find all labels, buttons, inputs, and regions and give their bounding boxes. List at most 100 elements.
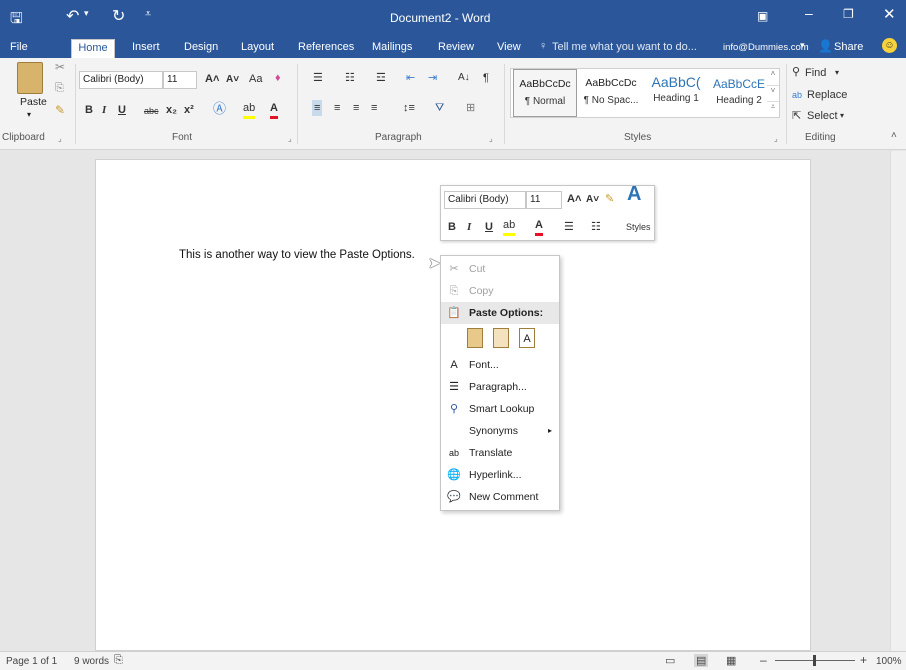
mini-underline-icon[interactable]: U xyxy=(485,219,493,235)
superscript-icon[interactable]: x² xyxy=(184,102,194,118)
menu-item-translate[interactable]: ab Translate xyxy=(441,442,559,464)
format-painter-icon[interactable]: ✎ xyxy=(55,103,65,117)
font-launcher-icon[interactable]: ⌟ xyxy=(288,134,292,143)
mini-styles-label[interactable]: Styles xyxy=(626,219,651,235)
copy-icon[interactable]: ⎘ xyxy=(55,82,64,95)
collapse-ribbon-icon[interactable]: ˄ xyxy=(891,130,897,141)
word-count[interactable]: 9 words xyxy=(74,656,109,667)
mini-highlight-icon[interactable]: ab xyxy=(503,217,516,236)
line-spacing-icon[interactable]: ↕≡ xyxy=(403,100,415,116)
web-layout-icon[interactable]: ▦ xyxy=(726,654,736,667)
justify-icon[interactable]: ≡ xyxy=(371,100,377,116)
mini-numbering-icon[interactable]: ☷ xyxy=(591,219,601,235)
clipboard-launcher-icon[interactable]: ⌟ xyxy=(58,134,62,143)
paste-icon[interactable] xyxy=(17,62,43,94)
styles-scroll-up-icon[interactable]: ˄ xyxy=(767,69,779,85)
styles-launcher-icon[interactable]: ⌟ xyxy=(774,134,778,143)
zoom-level[interactable]: 100% xyxy=(876,656,902,667)
tab-mailings[interactable]: Mailings xyxy=(368,39,416,58)
find-button[interactable]: Find xyxy=(805,65,826,81)
replace-button[interactable]: Replace xyxy=(807,87,847,103)
menu-item-cut[interactable]: ✂ Cut xyxy=(441,258,559,280)
align-center-icon[interactable]: ≡ xyxy=(334,100,340,116)
mini-size-combo[interactable]: 11 xyxy=(526,191,562,209)
mini-font-combo[interactable]: Calibri (Body) xyxy=(444,191,526,209)
tab-view[interactable]: View xyxy=(493,39,525,58)
find-icon[interactable]: ⚲ xyxy=(792,64,800,80)
change-case-button[interactable]: Aa xyxy=(249,71,262,87)
menu-item-copy[interactable]: ⎘ Copy xyxy=(441,280,559,302)
ribbon-display-options-icon[interactable]: ▣ xyxy=(757,9,768,23)
mini-format-painter-icon[interactable]: ✎ xyxy=(605,191,614,207)
tab-references[interactable]: References xyxy=(294,39,358,58)
smiley-feedback-icon[interactable]: ☺ xyxy=(882,38,897,53)
cut-icon[interactable]: ✂ xyxy=(55,60,65,74)
find-dropdown-icon[interactable]: ▾ xyxy=(835,65,839,81)
highlight-color-icon[interactable]: ab xyxy=(243,100,256,119)
mini-bold-icon[interactable]: B xyxy=(448,219,456,235)
tab-design[interactable]: Design xyxy=(180,39,222,58)
decrease-indent-icon[interactable]: ⇤ xyxy=(406,70,415,86)
select-icon[interactable]: ⇱ xyxy=(792,108,801,124)
styles-more-icon[interactable]: ⩡ xyxy=(767,101,779,117)
styles-scroll-down-icon[interactable]: ˅ xyxy=(767,85,779,101)
borders-icon[interactable]: ⊞ xyxy=(466,100,475,116)
undo-icon[interactable]: ↶ xyxy=(66,6,79,26)
font-size-combo[interactable]: 11 xyxy=(163,71,197,89)
page-count[interactable]: Page 1 of 1 xyxy=(6,656,57,667)
paste-button[interactable]: Paste xyxy=(20,96,47,108)
vertical-scrollbar[interactable] xyxy=(890,151,906,651)
mini-italic-icon[interactable]: I xyxy=(467,219,471,235)
shrink-font-icon[interactable]: A˅ xyxy=(226,72,239,88)
zoom-in-icon[interactable]: + xyxy=(860,653,867,667)
restore-icon[interactable]: ❐ xyxy=(843,7,854,21)
multilevel-list-icon[interactable]: ☲ xyxy=(376,70,386,86)
menu-item-smart-lookup[interactable]: ⚲ Smart Lookup xyxy=(441,398,559,420)
document-text[interactable]: This is another way to view the Paste Op… xyxy=(179,249,415,261)
select-button[interactable]: Select xyxy=(807,108,838,124)
proofing-icon[interactable]: ⎘ xyxy=(114,654,123,667)
account-name[interactable]: info@Dummies.com xyxy=(723,42,809,53)
replace-icon[interactable]: ab xyxy=(792,87,802,103)
mini-grow-font-icon[interactable]: A˄ xyxy=(567,191,581,207)
zoom-slider-thumb[interactable] xyxy=(813,655,816,666)
menu-item-new-comment[interactable]: 💬 New Comment xyxy=(441,486,559,508)
redo-icon[interactable]: ↻ xyxy=(112,6,125,26)
clear-formatting-icon[interactable]: ♦ xyxy=(275,70,281,86)
menu-item-synonyms[interactable]: Synonyms ▸ xyxy=(441,420,559,442)
select-dropdown-icon[interactable]: ▾ xyxy=(840,108,844,124)
minimize-icon[interactable]: – xyxy=(805,5,813,21)
menu-item-paragraph[interactable]: ☰ Paragraph... xyxy=(441,376,559,398)
text-effects-icon[interactable]: Ⓐ xyxy=(213,101,226,117)
customize-qat-icon[interactable]: ⩡ xyxy=(145,8,151,21)
paste-dropdown-icon[interactable]: ▾ xyxy=(27,110,31,119)
style-heading-2[interactable]: AaBbCcE Heading 2 xyxy=(707,69,771,117)
font-color-icon[interactable]: A xyxy=(270,100,278,119)
align-left-icon[interactable]: ≡ xyxy=(312,100,323,116)
tell-me-icon[interactable]: ♀ xyxy=(539,40,547,52)
mini-bullets-icon[interactable]: ☰ xyxy=(564,219,574,235)
font-family-combo[interactable]: Calibri (Body) xyxy=(79,71,163,89)
sort-icon[interactable]: A↓ xyxy=(458,70,470,86)
mini-font-color-icon[interactable]: A xyxy=(535,217,543,236)
paste-merge-formatting-icon[interactable] xyxy=(493,328,509,348)
numbering-icon[interactable]: ☷ xyxy=(345,70,355,86)
style-heading-1[interactable]: AaBbC( Heading 1 xyxy=(644,69,708,117)
undo-dropdown-icon[interactable]: ▾ xyxy=(84,8,89,19)
account-dropdown-icon[interactable]: ▾ xyxy=(800,40,805,51)
read-mode-icon[interactable]: ▭ xyxy=(665,654,675,667)
print-layout-icon[interactable]: ▤ xyxy=(694,654,709,667)
mini-shrink-font-icon[interactable]: A˅ xyxy=(586,192,599,208)
subscript-icon[interactable]: x₂ xyxy=(166,102,177,118)
bold-icon[interactable]: B xyxy=(85,102,93,118)
strikethrough-icon[interactable]: abc xyxy=(144,103,159,119)
tab-review[interactable]: Review xyxy=(434,39,478,58)
tab-home[interactable]: Home xyxy=(71,39,115,59)
close-icon[interactable]: ✕ xyxy=(883,5,896,23)
grow-font-icon[interactable]: A˄ xyxy=(205,71,219,87)
style-no-spacing[interactable]: AaBbCcDc ¶ No Spac... xyxy=(579,69,643,117)
shading-icon[interactable]: ⛛ xyxy=(435,100,444,116)
italic-icon[interactable]: I xyxy=(102,102,106,118)
tab-file[interactable]: File xyxy=(6,39,32,58)
paragraph-launcher-icon[interactable]: ⌟ xyxy=(489,134,493,143)
